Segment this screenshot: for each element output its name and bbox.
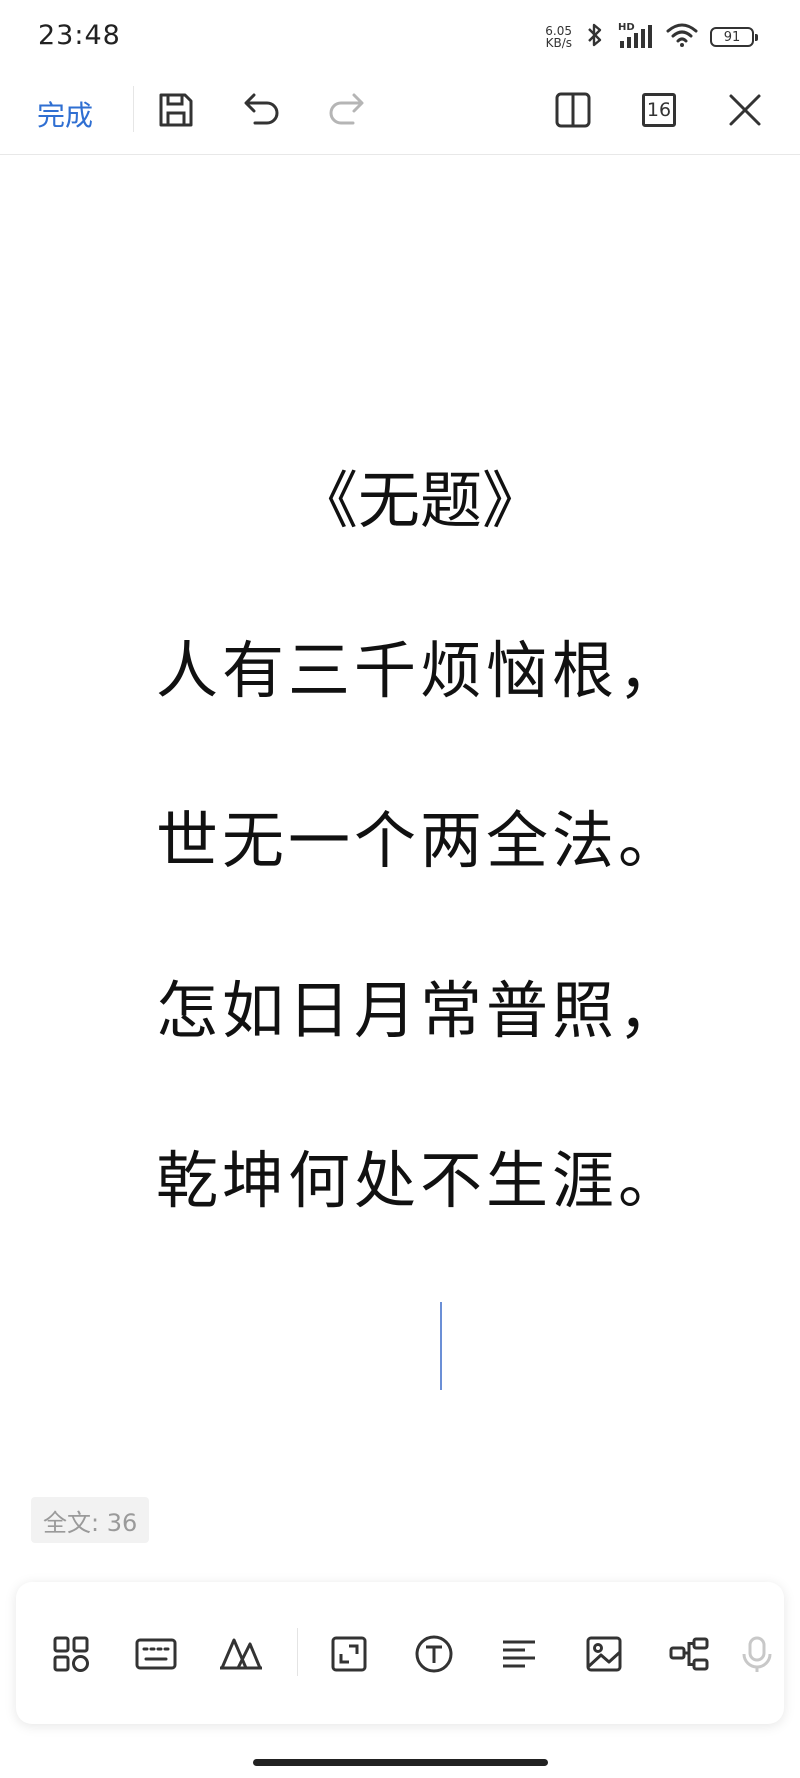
redo-icon[interactable] (322, 86, 370, 134)
poem-line: 乾坤何处不生涯。 (156, 1144, 685, 1217)
text-caret (440, 1302, 442, 1390)
close-icon[interactable] (721, 86, 769, 134)
poem-line: 世无一个两全法。 (156, 804, 685, 877)
poem-line: 怎如日月常普照， (156, 974, 685, 1047)
network-speed: 6.05 KB/s (545, 25, 572, 49)
home-indicator[interactable] (253, 1759, 548, 1766)
done-button[interactable]: 完成 (37, 94, 93, 134)
microphone-icon[interactable] (738, 1627, 778, 1681)
split-view-icon[interactable] (549, 86, 597, 134)
battery-level: 91 (723, 29, 741, 45)
signal-icon: HD (618, 22, 654, 50)
mindmap-icon[interactable] (662, 1627, 716, 1681)
save-icon[interactable] (152, 86, 200, 134)
word-count-badge: 全文: 36 (31, 1497, 150, 1543)
network-speed-unit: KB/s (545, 36, 572, 50)
bottom-toolbar-divider (297, 1628, 298, 1676)
wifi-icon (666, 23, 698, 51)
keyboard-icon[interactable] (129, 1627, 183, 1681)
page-number-icon[interactable]: 16 (635, 86, 683, 134)
apps-icon[interactable] (44, 1627, 98, 1681)
editor-toolbar: 完成 16 (0, 74, 800, 155)
image-icon[interactable] (577, 1627, 631, 1681)
page-number-label: 16 (646, 99, 672, 121)
battery-icon: 91 (710, 27, 758, 47)
status-indicators: 6.05 KB/s HD 91 (545, 22, 758, 52)
poem-line: 人有三千烦恼根， (156, 634, 685, 707)
resize-icon[interactable] (322, 1627, 376, 1681)
bluetooth-icon (584, 22, 606, 52)
bottom-toolbar (16, 1582, 784, 1724)
text-box-icon[interactable] (407, 1627, 461, 1681)
text-style-icon[interactable] (214, 1627, 268, 1681)
align-icon[interactable] (492, 1627, 546, 1681)
toolbar-divider (133, 86, 134, 132)
status-time: 23:48 (38, 20, 121, 51)
document-canvas[interactable]: 《无题》 人有三千烦恼根， 世无一个两全法。 怎如日月常普照， 乾坤何处不生涯。 (0, 155, 800, 1565)
undo-icon[interactable] (238, 86, 286, 134)
status-bar: 23:48 6.05 KB/s HD 91 (0, 0, 800, 70)
poem-title: 《无题》 (295, 464, 544, 537)
